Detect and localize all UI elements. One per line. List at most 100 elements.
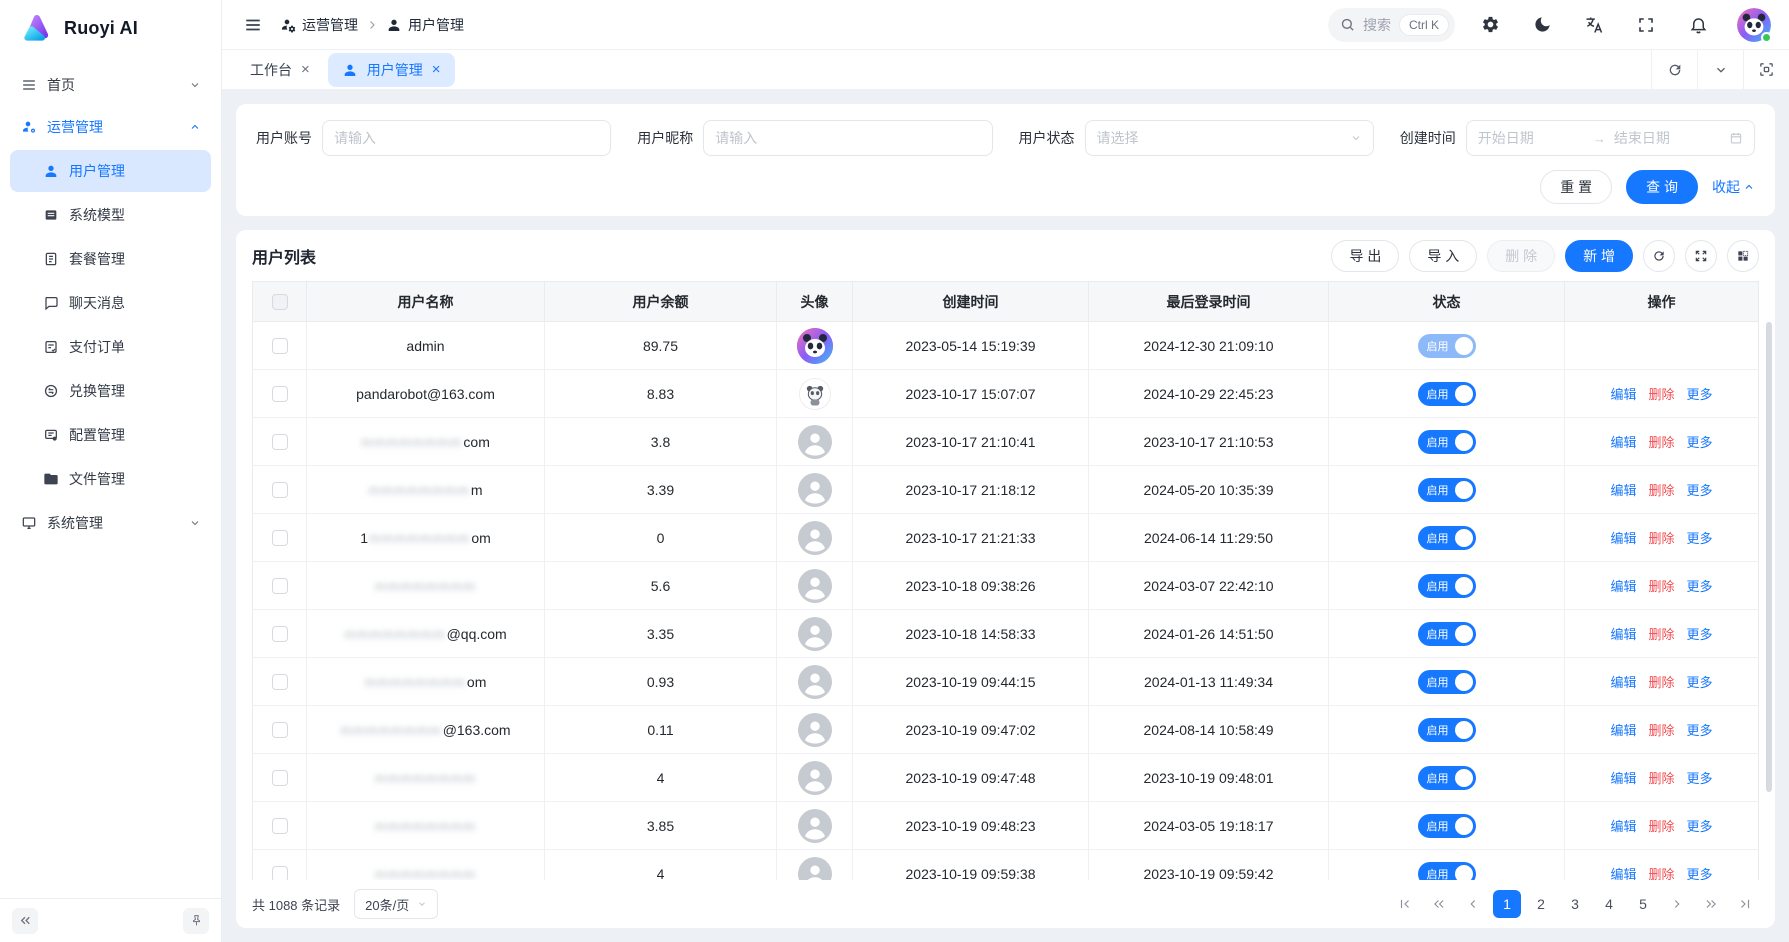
- edit-link[interactable]: 编辑: [1610, 768, 1636, 787]
- page-3-button[interactable]: 3: [1561, 890, 1589, 918]
- row-checkbox[interactable]: [272, 770, 288, 786]
- edit-link[interactable]: 编辑: [1610, 480, 1636, 499]
- page-5-button[interactable]: 5: [1629, 890, 1657, 918]
- more-link[interactable]: 更多: [1687, 864, 1713, 880]
- text-input[interactable]: [715, 130, 980, 146]
- close-tab-icon[interactable]: ×: [432, 61, 441, 78]
- end-date-input[interactable]: [1614, 130, 1721, 146]
- row-checkbox[interactable]: [272, 578, 288, 594]
- language-button[interactable]: [1577, 8, 1611, 42]
- sidebar-item-支付订单[interactable]: 支付订单: [10, 326, 211, 368]
- table-fullscreen-button[interactable]: [1685, 240, 1717, 272]
- start-date-input[interactable]: [1478, 130, 1585, 146]
- status-toggle[interactable]: 启用: [1418, 670, 1476, 694]
- column-settings-button[interactable]: [1727, 240, 1759, 272]
- content-fullscreen-button[interactable]: [1743, 50, 1789, 89]
- more-link[interactable]: 更多: [1687, 768, 1713, 787]
- sidebar-item-兑换管理[interactable]: 兑换管理: [10, 370, 211, 412]
- row-checkbox[interactable]: [272, 434, 288, 450]
- delete-link[interactable]: 删除: [1648, 528, 1674, 547]
- tab-用户管理[interactable]: 用户管理×: [328, 53, 455, 87]
- edit-link[interactable]: 编辑: [1610, 624, 1636, 643]
- delete-link[interactable]: 删除: [1648, 720, 1674, 739]
- tab-工作台[interactable]: 工作台×: [236, 53, 324, 87]
- next-page-button[interactable]: [1663, 890, 1691, 918]
- sidebar-item-配置管理[interactable]: 配置管理: [10, 414, 211, 456]
- filter-daterange[interactable]: →: [1466, 120, 1755, 156]
- refresh-table-button[interactable]: [1643, 240, 1675, 272]
- sidebar-item-运营管理[interactable]: 运营管理: [10, 106, 211, 148]
- scrollbar-thumb[interactable]: [1766, 322, 1772, 792]
- sidebar-item-系统管理[interactable]: 系统管理: [10, 502, 211, 544]
- delete-button[interactable]: 删 除: [1487, 240, 1555, 272]
- previous-page-button[interactable]: [1459, 890, 1487, 918]
- status-toggle[interactable]: 启用: [1418, 622, 1476, 646]
- status-toggle[interactable]: 启用: [1418, 334, 1476, 358]
- sidebar-item-套餐管理[interactable]: 套餐管理: [10, 238, 211, 280]
- row-checkbox[interactable]: [272, 626, 288, 642]
- page-1-button[interactable]: 1: [1493, 890, 1521, 918]
- breadcrumb-operations[interactable]: 运营管理: [280, 15, 358, 35]
- sidebar-item-首页[interactable]: 首页: [10, 64, 211, 106]
- page-4-button[interactable]: 4: [1595, 890, 1623, 918]
- more-link[interactable]: 更多: [1687, 480, 1713, 499]
- more-link[interactable]: 更多: [1687, 672, 1713, 691]
- row-checkbox[interactable]: [272, 674, 288, 690]
- row-checkbox[interactable]: [272, 818, 288, 834]
- edit-link[interactable]: 编辑: [1610, 864, 1636, 880]
- close-tab-icon[interactable]: ×: [301, 61, 310, 78]
- status-toggle[interactable]: 启用: [1418, 766, 1476, 790]
- row-checkbox[interactable]: [272, 482, 288, 498]
- row-checkbox[interactable]: [272, 722, 288, 738]
- collapse-filter-link[interactable]: 收起: [1712, 177, 1755, 197]
- text-input[interactable]: [334, 130, 599, 146]
- reset-button[interactable]: 重 置: [1540, 170, 1612, 204]
- select-all-checkbox[interactable]: [272, 294, 288, 310]
- table-scrollbar[interactable]: [1766, 322, 1772, 880]
- sidebar-item-聊天消息[interactable]: 聊天消息: [10, 282, 211, 324]
- more-link[interactable]: 更多: [1687, 624, 1713, 643]
- row-checkbox[interactable]: [272, 866, 288, 881]
- page-2-button[interactable]: 2: [1527, 890, 1555, 918]
- add-button[interactable]: 新 增: [1565, 240, 1633, 272]
- sidebar-item-文件管理[interactable]: 文件管理: [10, 458, 211, 500]
- edit-link[interactable]: 编辑: [1610, 528, 1636, 547]
- edit-link[interactable]: 编辑: [1610, 384, 1636, 403]
- sidebar-item-系统模型[interactable]: 系统模型: [10, 194, 211, 236]
- more-link[interactable]: 更多: [1687, 720, 1713, 739]
- refresh-page-button[interactable]: [1651, 50, 1697, 89]
- user-avatar[interactable]: [1737, 8, 1771, 42]
- more-link[interactable]: 更多: [1687, 576, 1713, 595]
- pin-sidebar-button[interactable]: [183, 908, 209, 934]
- last-page-button[interactable]: [1731, 890, 1759, 918]
- status-toggle[interactable]: 启用: [1418, 478, 1476, 502]
- edit-link[interactable]: 编辑: [1610, 720, 1636, 739]
- fullscreen-button[interactable]: [1629, 8, 1663, 42]
- delete-link[interactable]: 删除: [1648, 432, 1674, 451]
- more-link[interactable]: 更多: [1687, 528, 1713, 547]
- page-size-select[interactable]: 20条/页: [354, 889, 438, 919]
- sidebar-item-用户管理[interactable]: 用户管理: [10, 150, 211, 192]
- settings-button[interactable]: [1473, 8, 1507, 42]
- collapse-sidebar-button[interactable]: [12, 908, 38, 934]
- import-button[interactable]: 导 入: [1409, 240, 1477, 272]
- delete-link[interactable]: 删除: [1648, 384, 1674, 403]
- row-checkbox[interactable]: [272, 338, 288, 354]
- delete-link[interactable]: 删除: [1648, 576, 1674, 595]
- status-toggle[interactable]: 启用: [1418, 718, 1476, 742]
- row-checkbox[interactable]: [272, 530, 288, 546]
- delete-link[interactable]: 删除: [1648, 672, 1674, 691]
- breadcrumb-user-management[interactable]: 用户管理: [386, 15, 464, 35]
- delete-link[interactable]: 删除: [1648, 864, 1674, 880]
- edit-link[interactable]: 编辑: [1610, 672, 1636, 691]
- jump-forward-button[interactable]: [1697, 890, 1725, 918]
- search-button[interactable]: 查 询: [1626, 170, 1698, 204]
- more-link[interactable]: 更多: [1687, 432, 1713, 451]
- status-toggle[interactable]: 启用: [1418, 430, 1476, 454]
- filter-input[interactable]: [703, 120, 992, 156]
- first-page-button[interactable]: [1391, 890, 1419, 918]
- global-search[interactable]: 搜索 Ctrl K: [1328, 8, 1455, 42]
- status-toggle[interactable]: 启用: [1418, 382, 1476, 406]
- select-value[interactable]: [1097, 130, 1342, 146]
- delete-link[interactable]: 删除: [1648, 816, 1674, 835]
